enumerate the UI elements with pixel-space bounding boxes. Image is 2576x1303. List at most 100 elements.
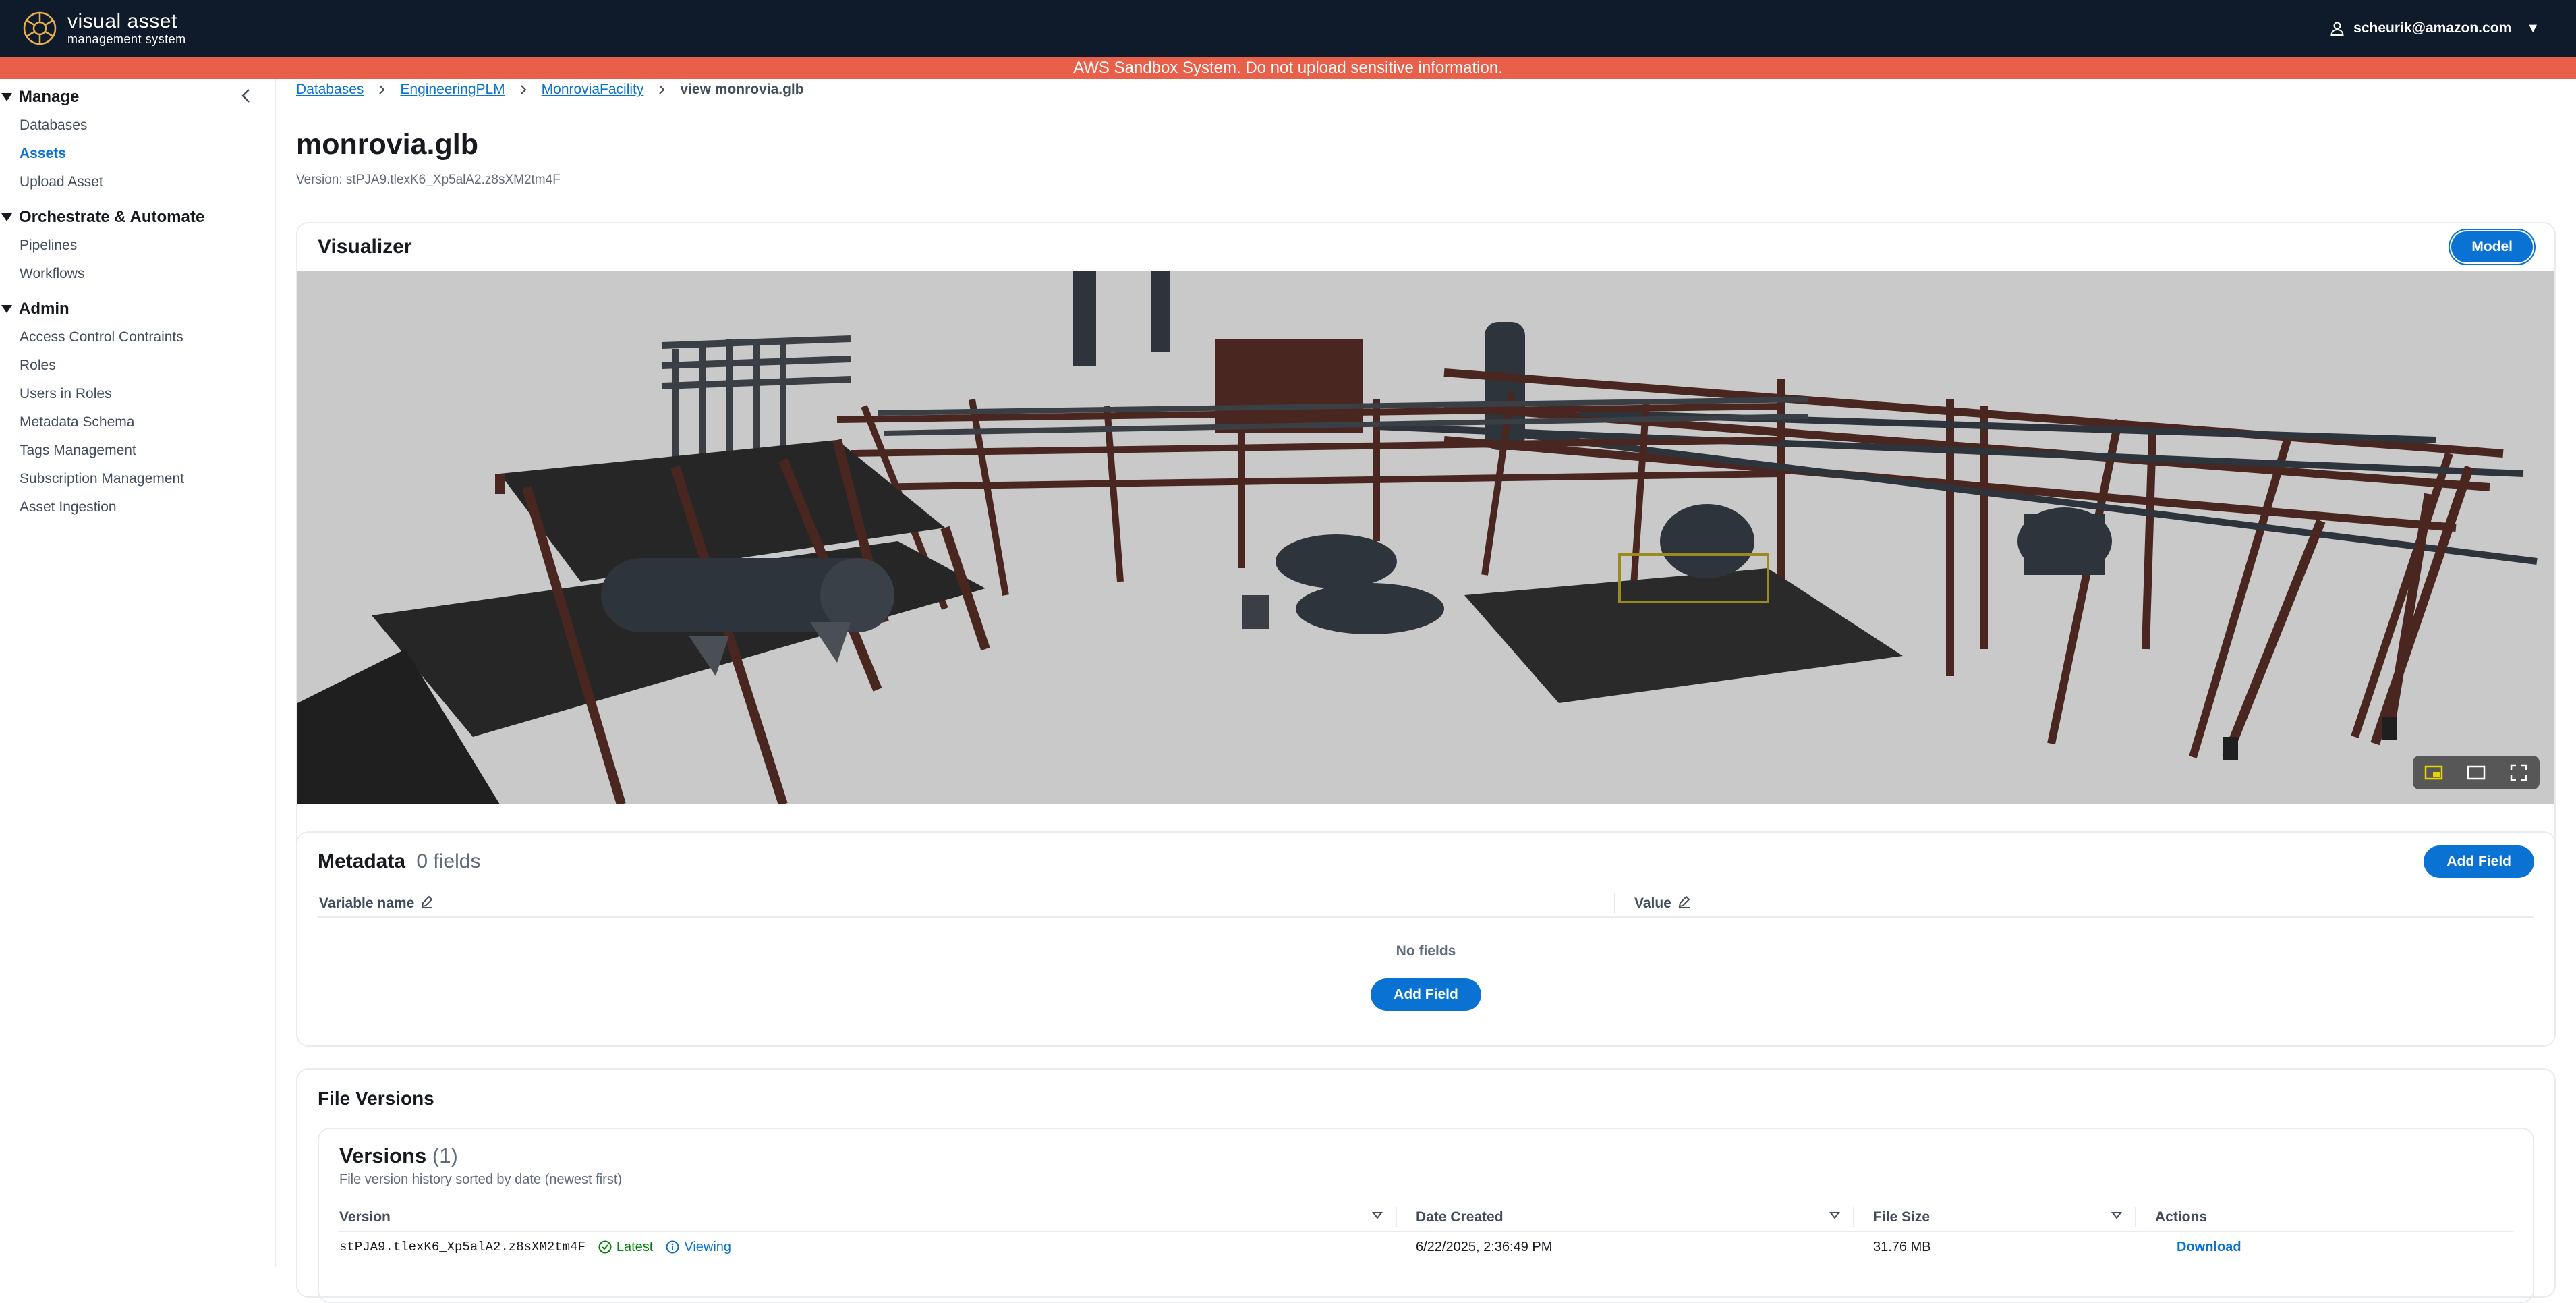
chevron-left-icon [241,89,250,103]
column-label: Value [1634,895,1671,911]
metadata-panel: Metadata 0 fields Add Field Variable nam… [296,831,2556,1047]
top-navigation-bar: visual asset management system scheurik@… [0,0,2576,57]
caret-down-icon [1,93,12,101]
empty-add-field-button[interactable]: Add Field [1371,978,1481,1011]
side-navigation: Manage Databases Assets Upload Asset Orc… [0,79,276,1267]
sidebar-item-users-in-roles[interactable]: Users in Roles [0,380,275,408]
visualizer-header: Visualizer Model [297,223,2554,271]
breadcrumb-database[interactable]: EngineeringPLM [400,82,505,98]
sidebar-item-pipelines[interactable]: Pipelines [0,231,275,260]
fullscreen-button[interactable] [2507,760,2531,785]
add-field-button[interactable]: Add Field [2424,845,2534,878]
caret-down-icon: ▼ [2526,20,2540,36]
file-size-cell: 31.76 MB [1873,1239,1931,1254]
versions-table-header: Version Date Created File Size Actions [339,1204,2513,1232]
sidebar-item-metadata-schema[interactable]: Metadata Schema [0,408,275,437]
versions-description: File version history sorted by date (new… [339,1172,623,1187]
sidebar-item-databases[interactable]: Databases [0,111,275,140]
3d-plant-model [297,271,2554,804]
column-header-value[interactable]: Value [1614,893,2534,914]
empty-state-text: No fields [1396,943,1456,959]
window-view-button[interactable] [2464,760,2488,785]
sidebar-item-access-control[interactable]: Access Control Contraints [0,323,275,352]
pip-view-button[interactable] [2422,760,2446,785]
table-row: stPJA9.tlexK6_Xp5alA2.z8sXM2tm4F Latest [339,1232,2513,1262]
metadata-table-header: Variable name Value [318,891,2534,918]
3d-model-viewport[interactable] [297,271,2554,804]
versions-title-text: Versions [339,1144,427,1167]
nav-section-title: Orchestrate & Automate [19,208,205,226]
logo-text: visual asset management system [67,10,186,46]
latest-label: Latest [616,1239,654,1254]
logo-icon [23,11,57,45]
column-header-actions: Actions [2135,1207,2513,1227]
breadcrumb-current: view monrovia.glb [680,82,804,97]
sidebar-item-assets[interactable]: Assets [0,140,275,168]
sidebar-item-roles[interactable]: Roles [0,352,275,380]
metadata-count: 0 fields [416,850,481,872]
metadata-title-text: Metadata [318,850,406,872]
info-circle-icon [666,1240,679,1254]
check-circle-icon [598,1240,612,1254]
window-icon [2467,765,2486,780]
sidebar-item-asset-ingestion[interactable]: Asset Ingestion [0,493,275,522]
viewer-controls [2413,756,2540,789]
latest-badge: Latest [598,1240,653,1255]
column-label: Variable name [319,895,415,911]
edit-icon [1677,894,1692,913]
nav-section-toggle[interactable]: Manage [0,83,275,111]
main-content: Databases EngineeringPLM MonroviaFacilit… [296,79,2556,1303]
breadcrumb-asset-folder[interactable]: MonroviaFacility [542,82,644,98]
sort-icon [1829,1209,1841,1225]
sort-icon [1371,1209,1383,1225]
user-email: scheurik@amazon.com [2353,20,2512,36]
app-logo[interactable]: visual asset management system [22,10,186,47]
viewing-badge: Viewing [665,1240,731,1255]
chevron-right-icon [376,84,388,96]
nav-section-manage: Manage Databases Assets Upload Asset [0,83,275,196]
banner-text: AWS Sandbox System. Do not upload sensit… [1073,58,1503,77]
column-header-variable-name[interactable]: Variable name [318,894,1614,913]
picture-in-picture-icon [2425,765,2443,780]
user-menu[interactable]: scheurik@amazon.com ▼ [2329,20,2540,36]
viewing-label: Viewing [684,1239,732,1254]
metadata-empty-state: No fields Add Field [318,918,2534,1011]
metadata-title: Metadata 0 fields [318,850,480,873]
version-label: Version: stPJA9.tlexK6_Xp5alA2.z8sXM2tm4… [296,173,561,187]
download-link[interactable]: Download [2177,1240,2241,1254]
actions-cell: Download [2135,1240,2513,1255]
breadcrumb: Databases EngineeringPLM MonroviaFacilit… [296,80,2556,99]
fullscreen-icon [2510,764,2527,781]
version-cell: stPJA9.tlexK6_Xp5alA2.z8sXM2tm4F Latest [339,1240,1396,1255]
nav-section-toggle[interactable]: Admin [0,295,275,323]
column-header-version[interactable]: Version [339,1207,1396,1227]
column-label: File Size [1873,1209,1930,1225]
date-created-cell: 6/22/2025, 2:36:49 PM [1416,1239,1553,1254]
column-header-file-size[interactable]: File Size [1853,1207,2135,1227]
column-header-date-created[interactable]: Date Created [1396,1207,1853,1227]
edit-icon [420,894,434,913]
sidebar-item-upload-asset[interactable]: Upload Asset [0,168,275,196]
sidebar-item-tags-management[interactable]: Tags Management [0,437,275,465]
logo-title: visual asset [67,10,177,32]
nav-section-toggle[interactable]: Orchestrate & Automate [0,203,275,231]
model-view-button[interactable]: Model [2450,230,2534,264]
sandbox-notice-banner: AWS Sandbox System. Do not upload sensit… [0,57,2576,79]
collapse-sidebar-button[interactable] [236,86,256,106]
sidebar-item-workflows[interactable]: Workflows [0,260,275,288]
nav-section-title: Manage [19,88,80,106]
file-versions-panel: File Versions Versions (1) File version … [296,1068,2556,1303]
caret-down-icon [1,213,12,221]
sidebar-item-subscription-management[interactable]: Subscription Management [0,465,275,493]
breadcrumb-databases[interactable]: Databases [296,82,364,98]
nav-section-admin: Admin Access Control Contraints Roles Us… [0,295,275,522]
metadata-header: Metadata 0 fields Add Field [318,833,2534,891]
visualizer-panel: Visualizer Model [296,222,2556,883]
versions-table-container: Versions (1) File version history sorted… [318,1128,2534,1303]
versions-count: (1) [432,1144,458,1167]
page-title: monrovia.glb [296,128,478,161]
column-label: Date Created [1416,1209,1504,1225]
user-icon [2330,22,2344,36]
visualizer-title: Visualizer [318,235,412,258]
file-versions-title: File Versions [318,1088,434,1109]
